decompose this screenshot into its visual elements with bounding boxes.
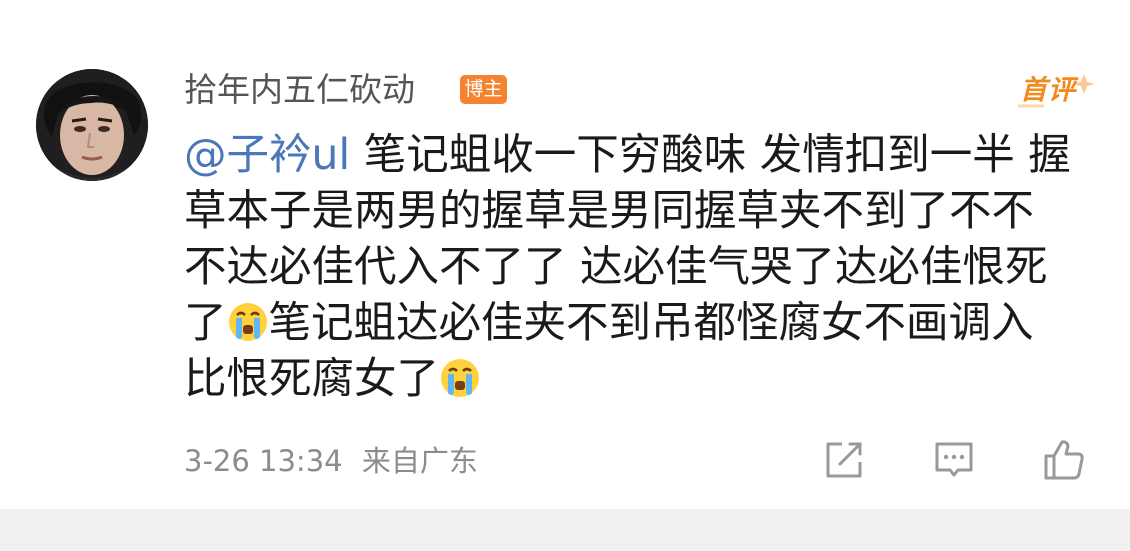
- share-icon[interactable]: [822, 438, 866, 482]
- comment-text-1: 笔记蛆收一下穷酸味 发情扣到一半 握: [350, 131, 1071, 180]
- avatar[interactable]: [36, 69, 148, 181]
- comment-text-5: 比恨死腐女了: [184, 355, 440, 404]
- comment-text-4: 笔记蛆达必佳夹不到吊都怪腐女不画调入: [268, 299, 1034, 348]
- comment-meta: 3-26 13:34 来自广东: [184, 443, 478, 479]
- location: 来自广东: [361, 444, 478, 478]
- author-name[interactable]: 拾年内五仁砍动: [184, 70, 415, 110]
- comment-page: 拾年内五仁砍动 博主 首评 @子衿ul 笔记蛆收一下穷酸味 发情扣到一半 握 草…: [0, 0, 1130, 551]
- comment-line-4: 了 笔记蛆达必佳夹不到吊都怪腐女不画调入: [184, 296, 1104, 352]
- comment-body: @子衿ul 笔记蛆收一下穷酸味 发情扣到一半 握 草本子是两男的握草是男同握草夹…: [184, 128, 1104, 408]
- comment-line-3: 不达必佳代入不了了 达必佳气哭了达必佳恨死: [184, 243, 1048, 292]
- footer-separator: [0, 509, 1130, 551]
- mention-link[interactable]: @子衿ul: [184, 131, 350, 180]
- comment-line-1: @子衿ul 笔记蛆收一下穷酸味 发情扣到一半 握: [184, 128, 1104, 184]
- comment-icon[interactable]: [932, 438, 976, 482]
- crying-face-icon: [228, 303, 267, 341]
- comment-line-2: 草本子是两男的握草是男同握草夹不到了不不: [184, 187, 1035, 236]
- crying-face-icon: [441, 359, 480, 397]
- comment-text-4-prefix: 了: [184, 299, 227, 348]
- comment-line-5: 比恨死腐女了: [184, 352, 1104, 408]
- first-comment-label: 首评: [1020, 75, 1076, 106]
- like-icon[interactable]: [1042, 438, 1086, 482]
- timestamp: 3-26 13:34: [184, 444, 343, 478]
- first-comment-badge: 首评: [1014, 68, 1098, 112]
- author-badge: 博主: [460, 75, 507, 104]
- avatar-image: [36, 69, 148, 181]
